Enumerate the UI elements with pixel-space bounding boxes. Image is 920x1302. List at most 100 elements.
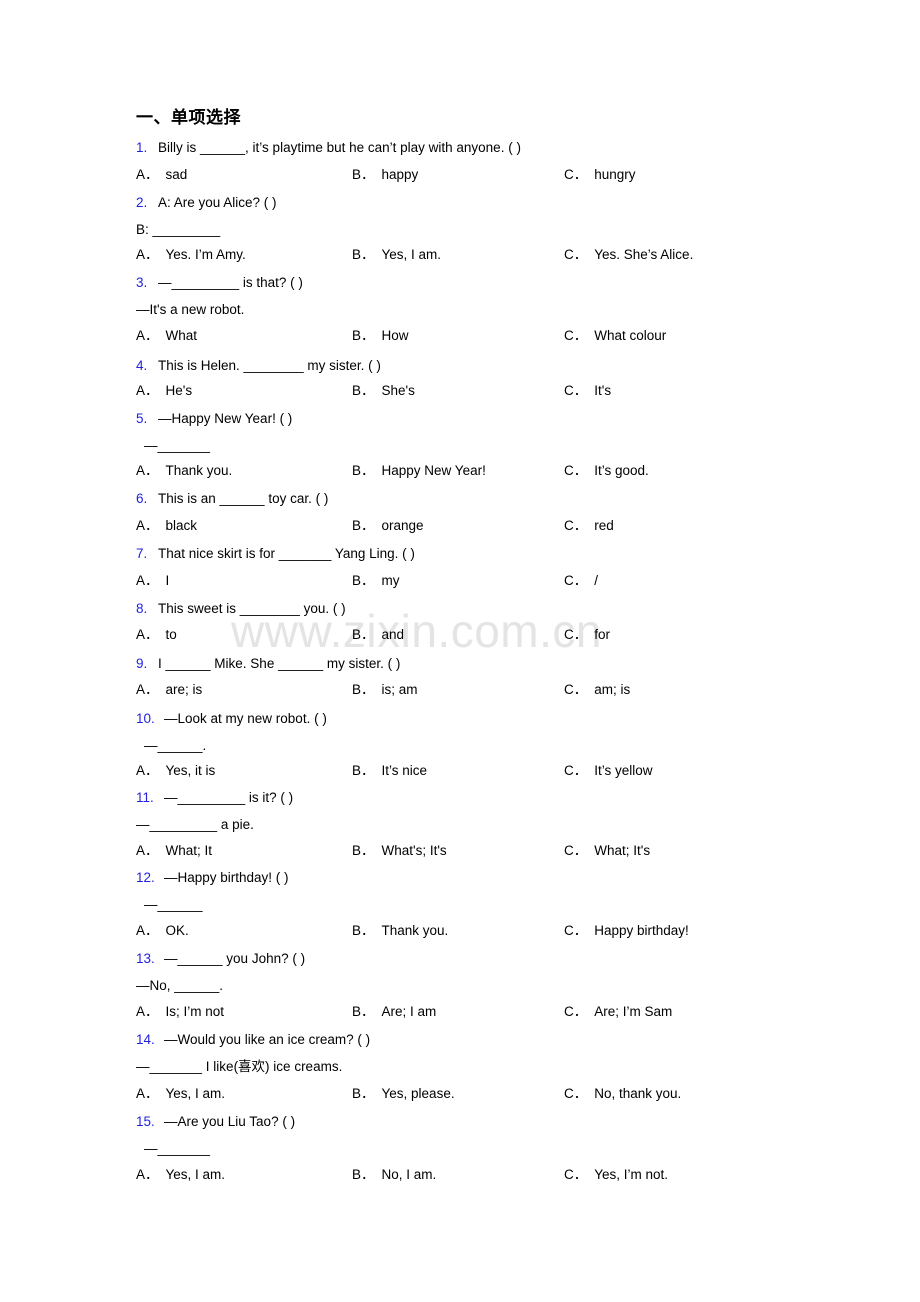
options-row: A． Yes, I am. B． Yes, please. C． No, thank yo… [0,1085,920,1103]
option-a[interactable]: A． sad [136,166,187,184]
option-text-a: I [165,573,170,588]
option-c[interactable]: C． Yes. She’s Alice. [564,246,693,264]
option-c[interactable]: C． Are; I’m Sam [564,1003,672,1021]
option-c[interactable]: C． for [564,626,610,644]
option-b[interactable]: B． No, I am. [352,1166,436,1184]
option-text-b: Happy New Year! [381,463,486,478]
options-row: A． What B． How C． What colour [0,327,920,345]
question-number: 15. [136,1114,155,1129]
option-c[interactable]: C． It’s good. [564,462,649,480]
option-text-a: Thank you. [165,463,233,478]
option-text-a: He's [165,383,193,398]
option-letter-b: B． [352,923,375,938]
option-text-a: to [165,627,177,642]
option-letter-b: B． [352,247,375,262]
option-b[interactable]: B． my [352,572,400,590]
question-text: —Happy birthday! ( ) [164,870,289,885]
option-a[interactable]: A． He's [136,382,192,400]
option-a[interactable]: A． are; is [136,681,202,699]
option-c[interactable]: C． It's [564,382,611,400]
option-letter-a: A． [136,247,159,262]
question-stem: 6. This is an ______ toy car. ( ) [136,490,328,508]
option-c[interactable]: C． Happy birthday! [564,922,689,940]
option-c[interactable]: C． Yes, I’m not. [564,1166,668,1184]
option-a[interactable]: A． Yes. I’m Amy. [136,246,246,264]
option-a[interactable]: A． black [136,517,197,535]
question-text: This is an ______ toy car. ( ) [158,491,329,506]
option-a[interactable]: A． What; It [136,842,212,860]
question-text: —Are you Liu Tao? ( ) [164,1114,296,1129]
option-b[interactable]: B． Thank you. [352,922,448,940]
option-text-b: Yes, I am. [381,247,442,262]
option-letter-a: A． [136,1167,159,1182]
option-letter-a: A． [136,1004,159,1019]
option-letter-c: C． [564,627,588,642]
option-c[interactable]: C． / [564,572,598,590]
option-letter-a: A． [136,627,159,642]
option-text-a: black [165,518,198,533]
option-c[interactable]: C． am; is [564,681,630,699]
option-b[interactable]: B． and [352,626,404,644]
option-text-a: Yes, it is [165,763,216,778]
question-number: 13. [136,951,155,966]
question-stem: 4. This is Helen. ________ my sister. ( ) [136,357,381,375]
question-text: Billy is ______, it’s playtime but he ca… [158,140,521,155]
option-text-c: Are; I’m Sam [594,1004,673,1019]
option-b[interactable]: B． She's [352,382,415,400]
question-subline: —______ [144,897,203,912]
option-c[interactable]: C． hungry [564,166,636,184]
question-number: 8. [136,601,148,616]
option-b[interactable]: B． happy [352,166,418,184]
options-row: A． are; is B． is; am C． am; is [0,681,920,699]
question-subline: —______. [144,738,207,753]
option-a[interactable]: A． I [136,572,169,590]
option-a[interactable]: A． Yes, I am. [136,1085,225,1103]
option-c[interactable]: C． What colour [564,327,666,345]
option-letter-b: B． [352,843,375,858]
option-b[interactable]: B． It’s nice [352,762,427,780]
option-text-c: Happy birthday! [594,923,689,938]
options-row: A． Is; I’m not B． Are; I am C． Are; I’m Sam [0,1003,920,1021]
option-b[interactable]: B． How [352,327,409,345]
question-number: 2. [136,195,148,210]
option-b[interactable]: B． is; am [352,681,418,699]
question-stem: 2. A: Are you Alice? ( ) [136,194,277,212]
option-b[interactable]: B． Yes, please. [352,1085,455,1103]
option-letter-c: C． [564,1004,588,1019]
option-c[interactable]: C． It’s yellow [564,762,653,780]
option-text-b: No, I am. [381,1167,437,1182]
option-text-a: Yes, I am. [165,1167,226,1182]
question-subline: B: _________ [136,222,221,237]
option-a[interactable]: A． Yes, it is [136,762,215,780]
question-text: —_________ is it? ( ) [164,790,294,805]
option-letter-c: C． [564,167,588,182]
question-subline: —_______ I like(喜欢) ice creams. [136,1059,343,1074]
option-b[interactable]: B． What's; It's [352,842,447,860]
question-text: —Look at my new robot. ( ) [164,711,327,726]
option-c[interactable]: C． red [564,517,614,535]
option-text-c: It's [594,383,612,398]
option-a[interactable]: A． Thank you. [136,462,232,480]
option-a[interactable]: A． to [136,626,177,644]
option-letter-c: C． [564,1086,588,1101]
option-b[interactable]: B． Yes, I am. [352,246,441,264]
option-letter-c: C． [564,682,588,697]
option-letter-b: B． [352,167,375,182]
question-stem: 3. —_________ is that? ( ) [136,274,303,292]
option-a[interactable]: A． Yes, I am. [136,1166,225,1184]
question-subline: —_______ [144,438,211,453]
option-a[interactable]: A． OK. [136,922,189,940]
option-letter-b: B． [352,763,375,778]
option-a[interactable]: A． Is; I’m not [136,1003,224,1021]
option-a[interactable]: A． What [136,327,197,345]
option-c[interactable]: C． What; It's [564,842,650,860]
option-letter-c: C． [564,843,588,858]
question-number: 14. [136,1032,155,1047]
option-b[interactable]: B． orange [352,517,424,535]
option-letter-a: A． [136,682,159,697]
option-b[interactable]: B． Happy New Year! [352,462,486,480]
option-b[interactable]: B． Are; I am [352,1003,436,1021]
option-text-b: orange [381,518,424,533]
option-text-a: sad [165,167,188,182]
option-c[interactable]: C． No, thank you. [564,1085,681,1103]
